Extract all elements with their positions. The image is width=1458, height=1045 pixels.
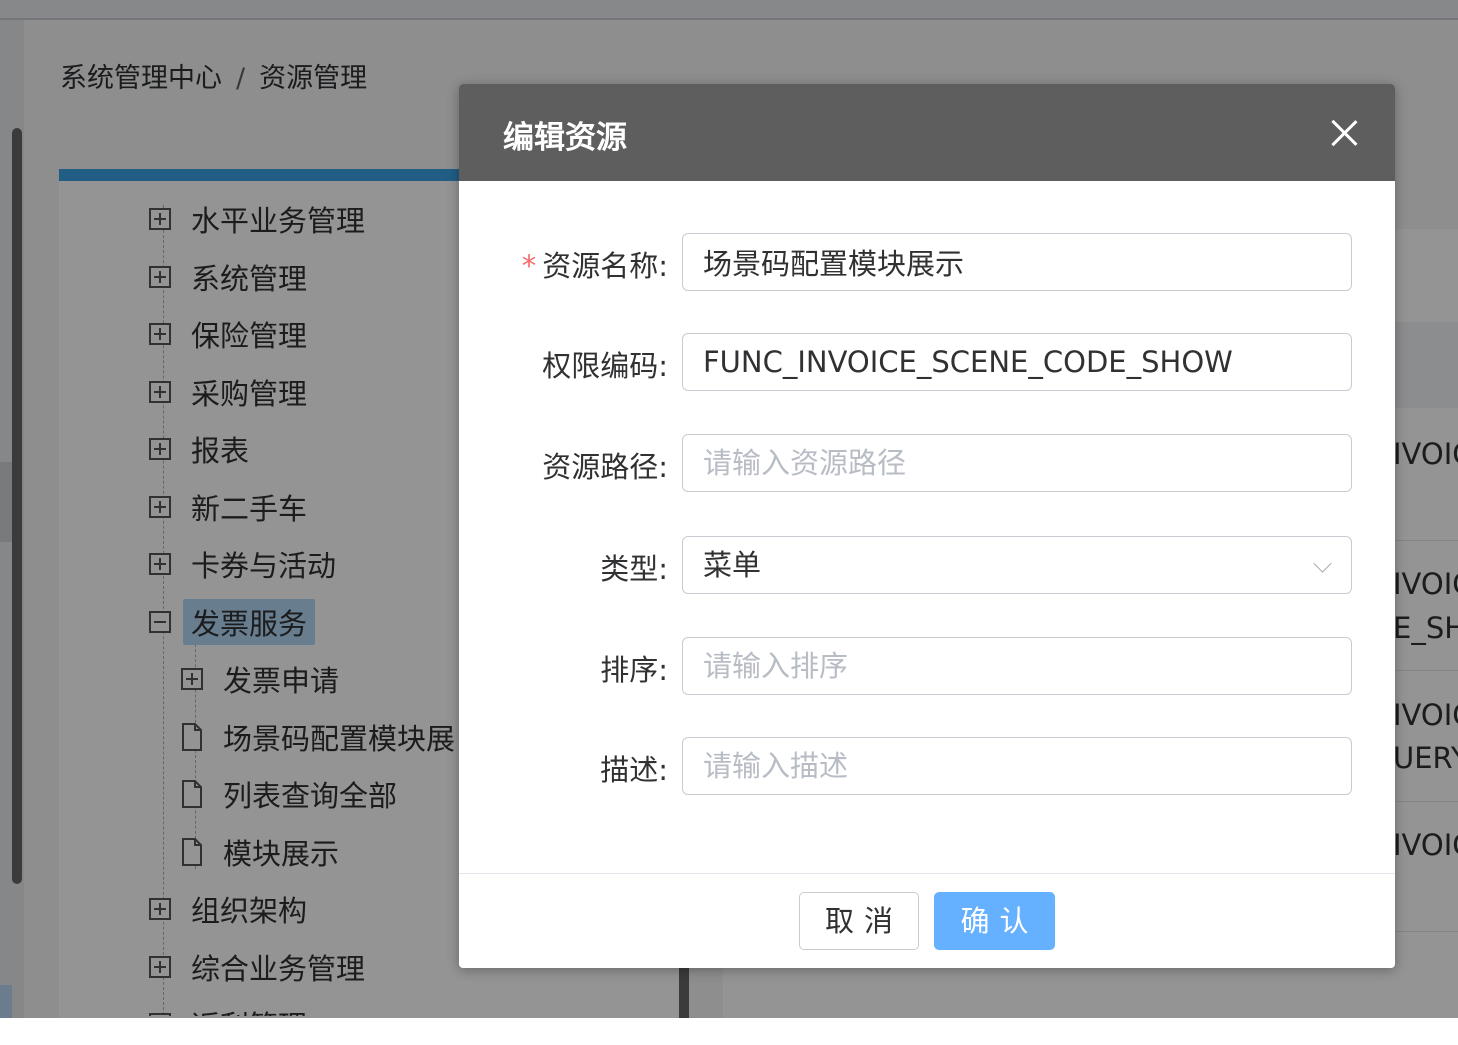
close-icon[interactable] <box>1329 118 1359 148</box>
type-select-value: 菜单 <box>703 548 762 582</box>
resource-path-input[interactable] <box>682 434 1352 492</box>
field-description: 描述: <box>459 737 1395 795</box>
field-permission-code: 权限编码: <box>459 333 1395 391</box>
field-label: 类型: <box>600 552 668 586</box>
type-select[interactable]: 菜单 <box>682 536 1352 594</box>
dialog-title: 编辑资源 <box>503 120 627 156</box>
field-resource-path: 资源路径: <box>459 434 1395 492</box>
field-label: 权限编码: <box>542 349 668 383</box>
edit-resource-dialog: 编辑资源 *资源名称: 权限编码: 资源路径: 类型: 菜单 排序: 描述: 取… <box>459 84 1395 968</box>
field-label: * 资源名称: <box>521 249 668 283</box>
permission-code-input[interactable] <box>682 333 1352 391</box>
sort-input[interactable] <box>682 637 1352 695</box>
chevron-down-icon <box>1313 554 1332 573</box>
required-mark: * <box>521 249 537 283</box>
field-label: 排序: <box>600 653 668 687</box>
confirm-button[interactable]: 确认 <box>934 892 1055 950</box>
field-resource-name: * 资源名称: <box>459 233 1395 291</box>
dialog-header: 编辑资源 <box>459 84 1395 181</box>
cancel-button[interactable]: 取消 <box>799 892 919 950</box>
dialog-footer-divider <box>459 873 1395 874</box>
field-type: 类型: 菜单 <box>459 536 1395 594</box>
field-label: 资源路径: <box>542 450 668 484</box>
description-input[interactable] <box>682 737 1352 795</box>
field-sort: 排序: <box>459 637 1395 695</box>
resource-name-input[interactable] <box>682 233 1352 291</box>
field-label: 描述: <box>600 753 668 787</box>
